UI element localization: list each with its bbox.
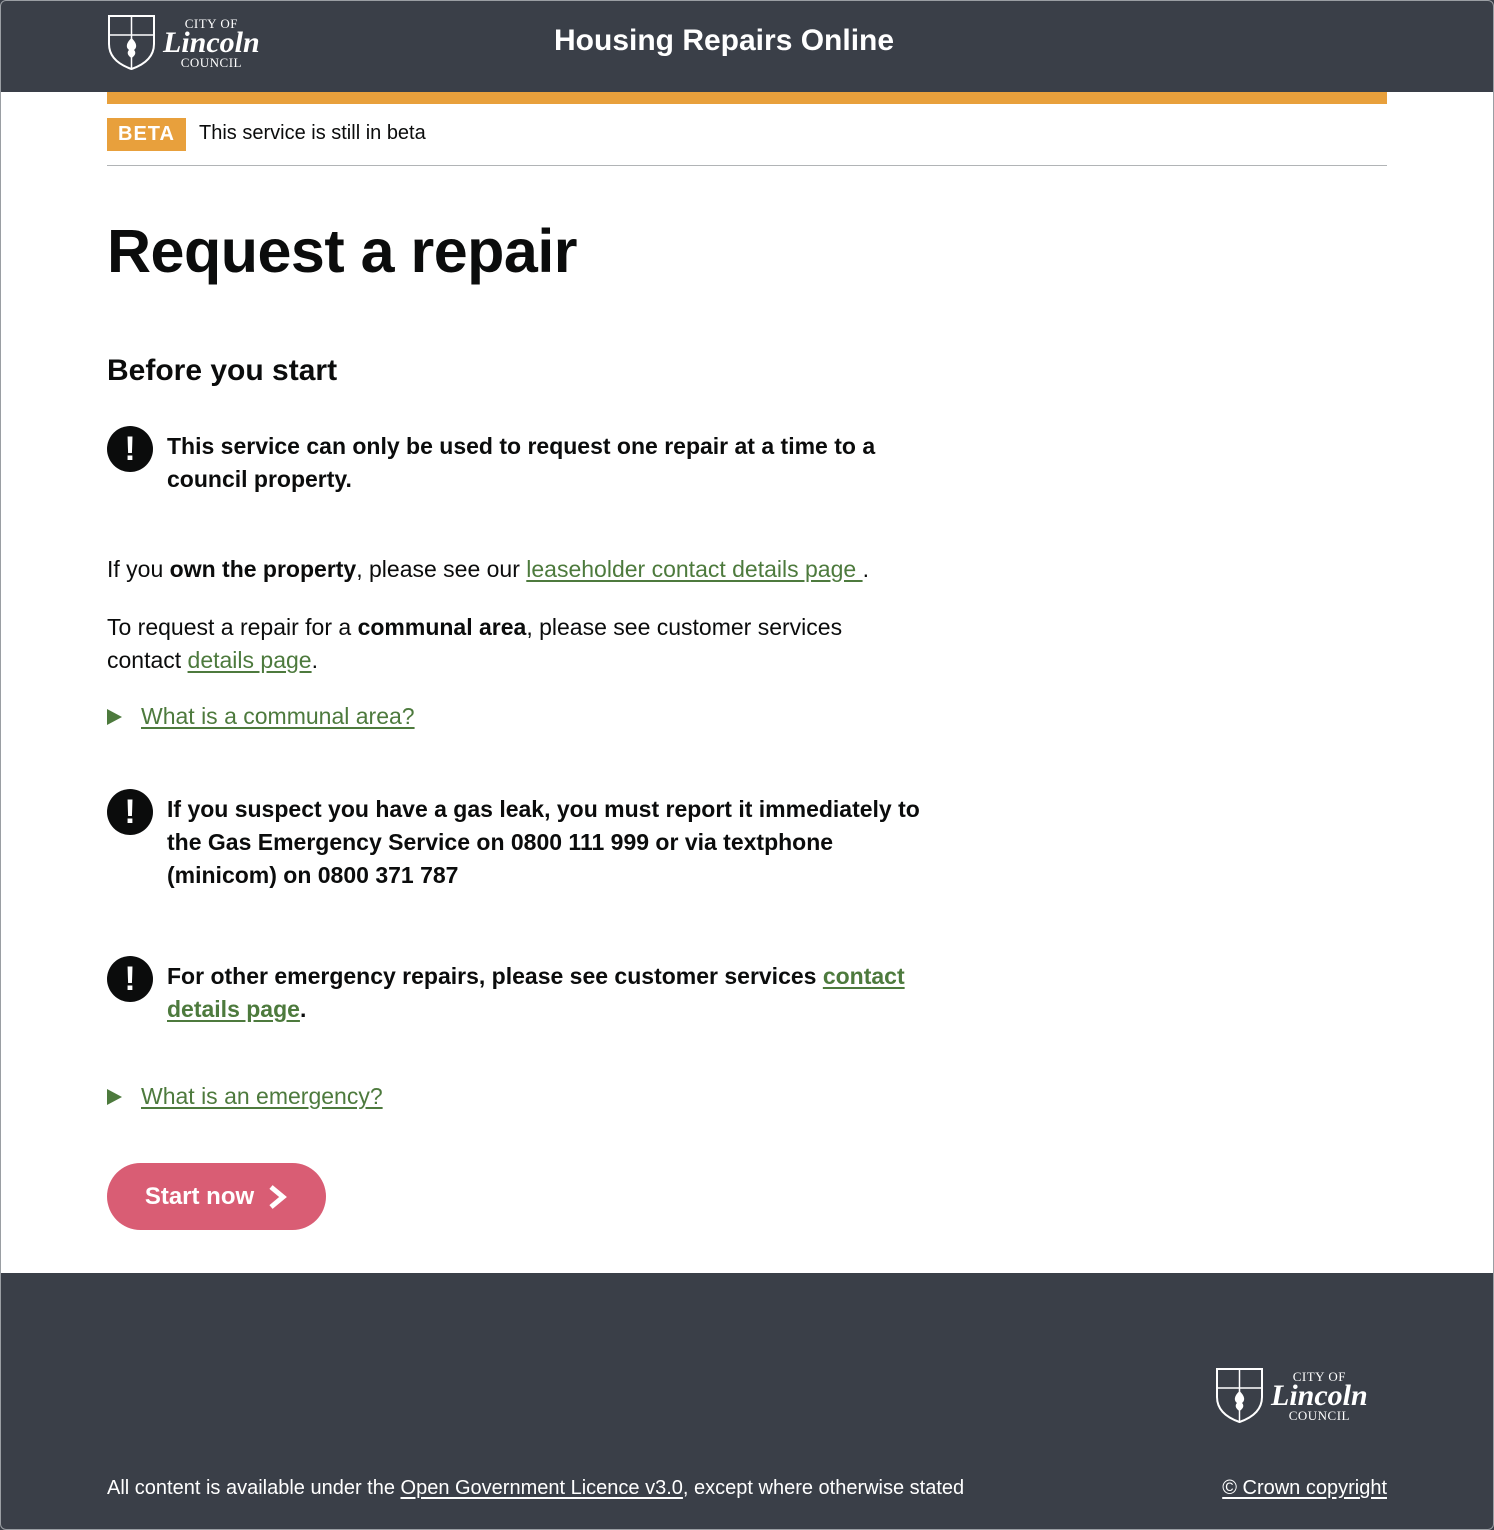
start-now-label: Start now — [144, 1182, 255, 1210]
section-heading: Before you start — [107, 354, 338, 387]
shield-crest-icon — [1216, 1368, 1263, 1424]
communal-suffix: . — [311, 647, 318, 673]
emergency-summary-link[interactable]: What is an emergency? — [141, 1083, 383, 1110]
logo-text-council: COUNCIL — [180, 54, 242, 70]
leaseholder-contact-link[interactable]: leaseholder contact details page — [526, 556, 862, 582]
communal-area-summary-link[interactable]: What is a communal area? — [141, 703, 415, 730]
warning-text: For other emergency repairs, please see … — [167, 960, 947, 1026]
communal-paragraph: To request a repair for a communal area,… — [107, 611, 887, 677]
logo-text-lincoln: Lincoln — [1271, 1378, 1368, 1412]
phase-banner: BETA This service is still in beta — [107, 104, 1387, 166]
triangle-right-icon — [107, 1088, 122, 1105]
own-property-prefix: If you — [107, 556, 170, 582]
exclamation-icon: ! — [107, 956, 153, 1002]
licence-prefix: All content is available under the — [107, 1477, 401, 1499]
council-logo[interactable]: CITY OF Lincoln COUNCIL — [107, 14, 260, 71]
logo-text-council: COUNCIL — [1288, 1407, 1350, 1423]
details-page-link[interactable]: details page — [188, 647, 312, 673]
crown-copyright-link[interactable]: © Crown copyright — [1222, 1477, 1387, 1500]
details-communal-area[interactable]: What is a communal area? — [107, 703, 415, 730]
licence-suffix: , except where otherwise stated — [682, 1477, 965, 1499]
own-property-paragraph: If you own the property, please see our … — [107, 553, 907, 586]
own-property-middle: , please see our — [356, 556, 527, 582]
open-government-licence-link[interactable]: Open Government Licence v3.0 — [401, 1477, 683, 1499]
exclamation-icon: ! — [107, 426, 153, 472]
other-emergency-suffix: . — [299, 996, 307, 1022]
start-now-button[interactable]: Start now — [107, 1163, 326, 1230]
logo-text-lincoln: Lincoln — [163, 25, 260, 59]
header-accent-bar — [107, 92, 1387, 104]
other-emergency-text: For other emergency repairs, please see … — [167, 963, 823, 989]
triangle-right-icon — [107, 708, 122, 725]
warning-text: If you suspect you have a gas leak, you … — [167, 796, 920, 888]
chevron-right-icon — [269, 1184, 288, 1209]
communal-prefix: To request a repair for a — [107, 614, 358, 640]
own-property-suffix: . — [862, 556, 869, 582]
own-property-bold: own the property — [169, 556, 357, 582]
communal-bold: communal area — [357, 614, 527, 640]
service-name[interactable]: Housing Repairs Online — [554, 24, 894, 58]
exclamation-icon: ! — [107, 789, 153, 835]
beta-text: This service is still in beta — [199, 122, 426, 144]
shield-crest-icon — [108, 15, 155, 71]
beta-tag: BETA — [107, 118, 186, 151]
footer-licence: All content is available under the Open … — [107, 1477, 964, 1500]
details-emergency[interactable]: What is an emergency? — [107, 1083, 383, 1110]
page-title: Request a repair — [107, 217, 578, 285]
site-footer: CITY OF Lincoln COUNCIL All content is a… — [0, 1273, 1494, 1530]
site-header: CITY OF Lincoln COUNCIL Housing Repairs … — [0, 0, 1494, 92]
warning-text: This service can only be used to request… — [167, 433, 876, 492]
footer-council-logo[interactable]: CITY OF Lincoln COUNCIL — [1215, 1367, 1368, 1424]
